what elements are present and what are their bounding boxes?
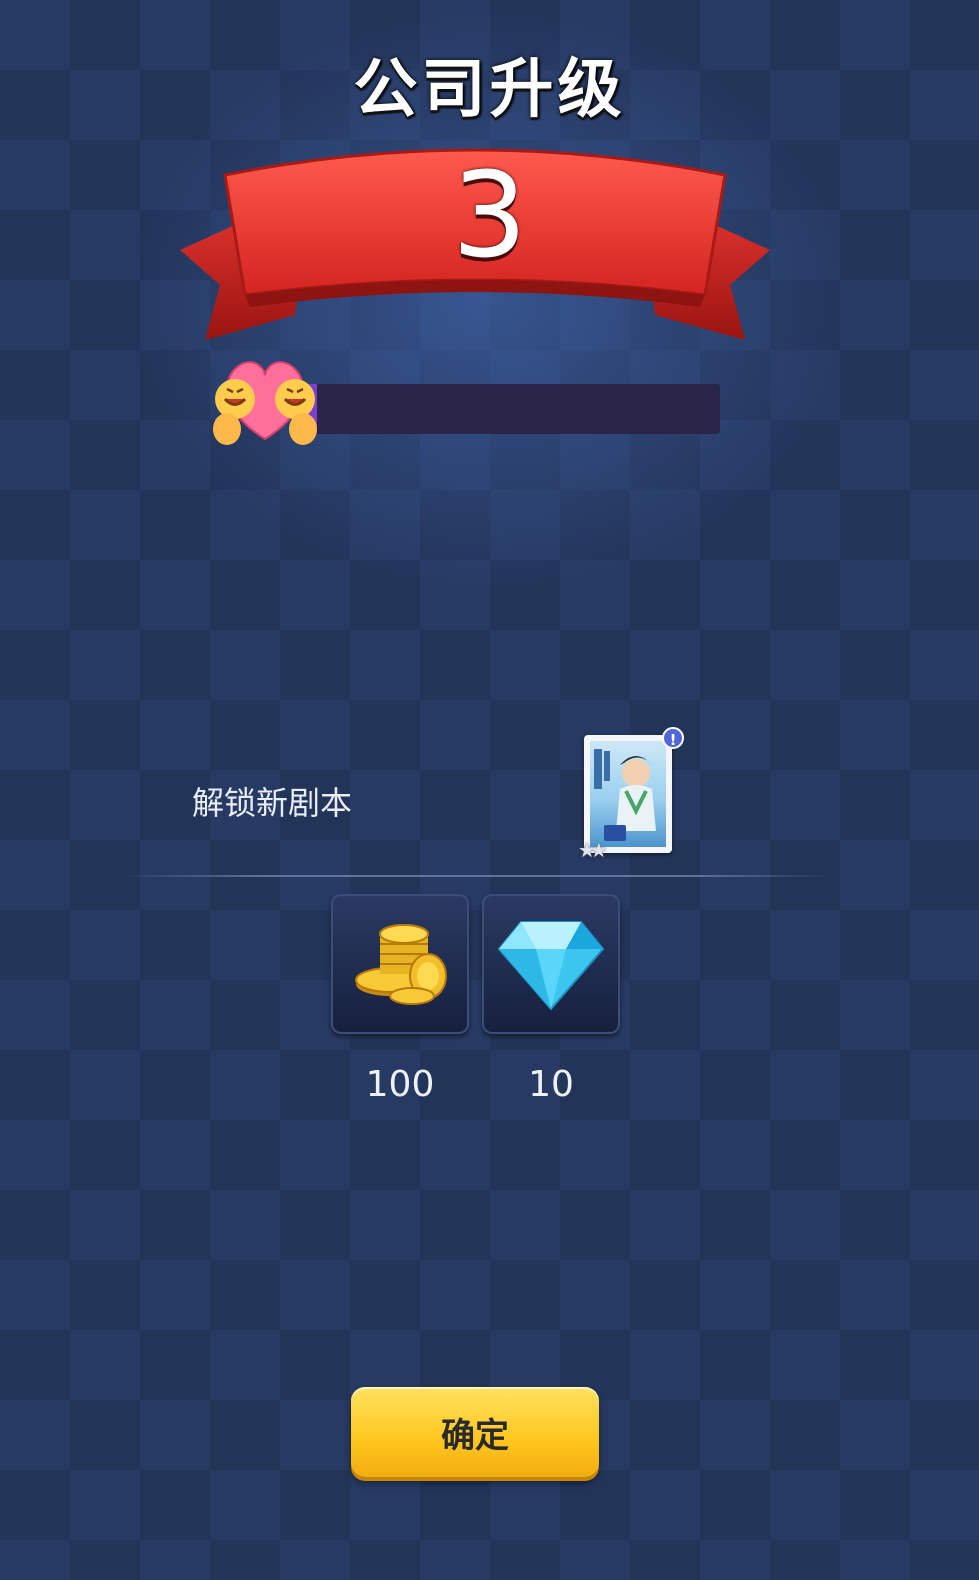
star-rating: ★★ [578,838,608,862]
heart-emoji-icon [213,361,317,445]
reward-diamond-amount: 10 [528,1064,574,1105]
unlock-label: 解锁新剧本 [192,784,353,822]
script-card[interactable] [584,735,672,853]
alert-badge: ! [662,727,684,749]
reward-coins-amount: 100 [365,1064,435,1105]
level-progress-track [300,384,720,434]
script-card-icon [590,741,666,847]
page-title: 公司升级 [353,53,626,127]
diamond-icon [497,921,605,1011]
reward-coins-tile [331,894,469,1034]
confirm-button[interactable]: 确定 [351,1387,599,1477]
divider [120,875,830,877]
reward-diamond-tile [482,894,620,1034]
level-number: 3 [451,146,528,284]
gold-coins-icon [355,924,447,1005]
